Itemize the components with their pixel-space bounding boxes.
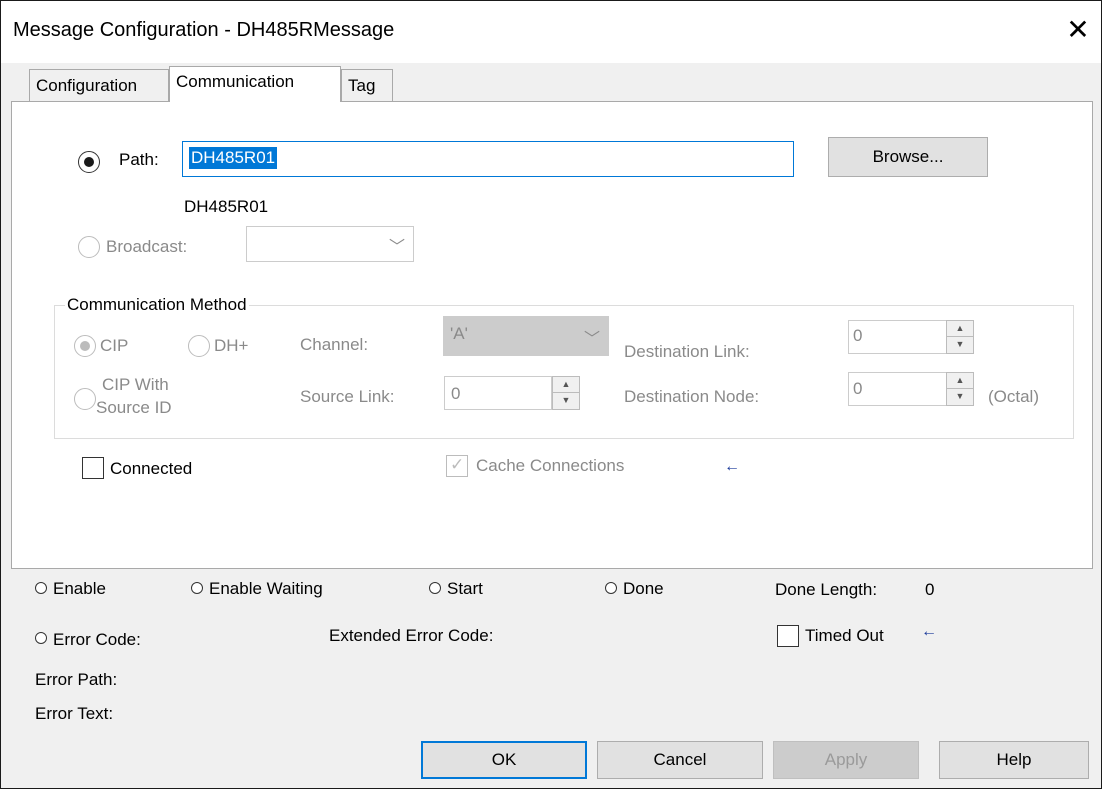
destination-node-input[interactable]: 0 [848, 372, 950, 406]
error-code-indicator [35, 632, 47, 644]
path-input[interactable]: DH485R01 [182, 141, 794, 177]
apply-button[interactable]: Apply [773, 741, 919, 779]
connected-checkbox[interactable] [82, 457, 104, 479]
enable-indicator [35, 582, 47, 594]
tab-communication-label: Communication [176, 72, 295, 91]
title-bar: Message Configuration - DH485RMessage ✕ [1, 1, 1101, 63]
broadcast-select[interactable]: ﹀ [246, 226, 414, 262]
ok-button[interactable]: OK [421, 741, 587, 779]
tab-configuration-label: Configuration [36, 76, 138, 95]
checkmark-icon: ✓ [450, 455, 465, 474]
destination-link-spinner[interactable]: ▲ ▼ [946, 320, 974, 354]
connected-label: Connected [110, 459, 193, 478]
destination-link-input[interactable]: 0 [848, 320, 950, 354]
cip-source-id-radio[interactable] [74, 388, 96, 410]
cip-source-id-label-line2: Source ID [96, 398, 172, 417]
enable-waiting-label: Enable Waiting [209, 579, 323, 598]
tab-configuration[interactable]: Configuration [29, 69, 169, 101]
cancel-button[interactable]: Cancel [597, 741, 763, 779]
channel-chevron-down-icon: ﹀ [583, 331, 600, 348]
path-input-value: DH485R01 [189, 147, 278, 169]
tab-tag-label: Tag [348, 76, 376, 95]
timed-out-label: Timed Out [805, 626, 884, 645]
channel-label: Channel: [300, 335, 369, 354]
dhplus-radio[interactable] [188, 335, 210, 357]
channel-select[interactable]: 'A' ﹀ [443, 316, 609, 356]
destination-node-spinner[interactable]: ▲ ▼ [946, 372, 974, 406]
spin-up-icon[interactable]: ▲ [947, 373, 973, 389]
cache-connections-checkbox[interactable]: ✓ [446, 455, 468, 477]
source-link-value: 0 [451, 384, 461, 403]
spin-down-icon[interactable]: ▼ [947, 389, 973, 405]
resolved-path-text: DH485R01 [184, 197, 269, 216]
close-icon[interactable]: ✕ [1063, 15, 1093, 45]
dhplus-label: DH+ [214, 336, 249, 355]
help-button[interactable]: Help [939, 741, 1089, 779]
spin-down-icon[interactable]: ▼ [553, 393, 579, 409]
source-link-spinner[interactable]: ▲ ▼ [552, 376, 580, 410]
tab-tag[interactable]: Tag [341, 69, 393, 101]
enable-waiting-indicator [191, 582, 203, 594]
message-configuration-dialog: Message Configuration - DH485RMessage ✕ … [0, 0, 1102, 789]
done-indicator [605, 582, 617, 594]
source-link-label: Source Link: [300, 387, 395, 406]
enable-label: Enable [53, 579, 106, 598]
browse-button[interactable]: Browse... [828, 137, 988, 177]
channel-select-value: 'A' [450, 324, 468, 343]
done-length-value: 0 [925, 580, 935, 599]
spin-up-icon[interactable]: ▲ [947, 321, 973, 337]
error-text-label: Error Text: [35, 704, 114, 723]
extended-error-code-label: Extended Error Code: [329, 626, 494, 645]
destination-link-label: Destination Link: [624, 342, 750, 361]
arrow-left-icon: ← [921, 623, 937, 640]
destination-link-value: 0 [853, 326, 863, 345]
destination-node-label: Destination Node: [624, 387, 760, 406]
octal-label: (Octal) [988, 387, 1039, 406]
cip-label: CIP [100, 336, 129, 355]
cache-connections-label: Cache Connections [476, 456, 625, 475]
broadcast-label: Broadcast: [106, 237, 188, 256]
error-path-label: Error Path: [35, 670, 118, 689]
path-radio[interactable] [78, 151, 100, 173]
communication-panel: Path: DH485R01 Browse... DH485R01 Broadc… [11, 101, 1093, 569]
spin-down-icon[interactable]: ▼ [947, 337, 973, 353]
error-code-label: Error Code: [53, 630, 141, 649]
spin-up-icon[interactable]: ▲ [553, 377, 579, 393]
start-indicator [429, 582, 441, 594]
communication-method-label: Communication Method [65, 295, 249, 315]
done-length-label: Done Length: [775, 580, 878, 599]
tab-communication[interactable]: Communication [169, 66, 341, 102]
cip-source-id-label-line1: CIP With [102, 375, 169, 394]
window-title: Message Configuration - DH485RMessage [13, 19, 395, 41]
cip-radio[interactable] [74, 335, 96, 357]
done-label: Done [623, 579, 664, 598]
start-label: Start [447, 579, 483, 598]
destination-node-value: 0 [853, 379, 863, 398]
arrow-left-icon: ← [724, 458, 740, 475]
source-link-input[interactable]: 0 [444, 376, 552, 410]
path-label: Path: [119, 150, 159, 169]
chevron-down-icon: ﹀ [388, 239, 405, 256]
broadcast-radio[interactable] [78, 236, 100, 258]
timed-out-checkbox[interactable] [777, 625, 799, 647]
